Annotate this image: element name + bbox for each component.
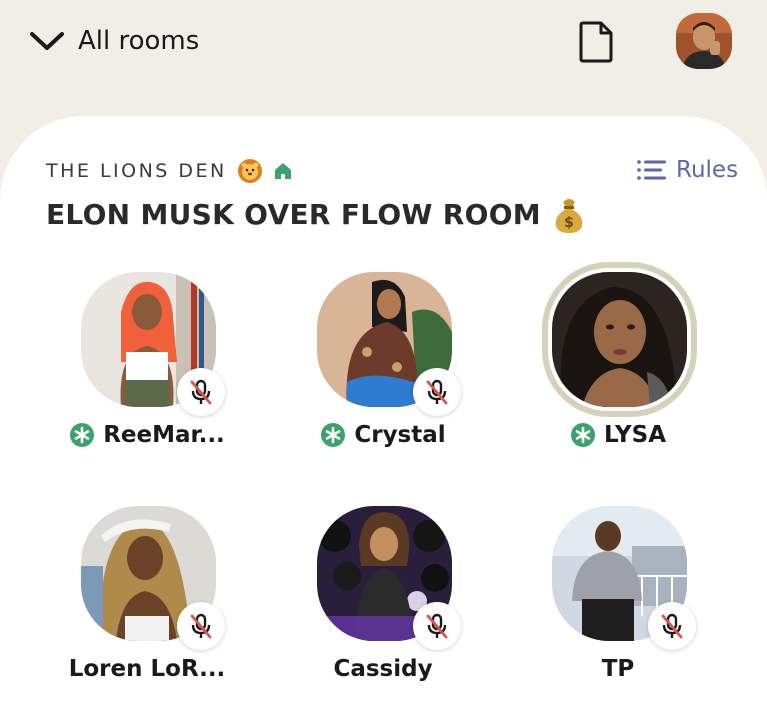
speaker-name: LYSA	[603, 422, 667, 448]
speaker-avatar-wrap	[552, 506, 696, 650]
speaker-name: Cassidy	[333, 656, 433, 682]
speaker-name: TP	[601, 656, 635, 682]
mic-off-icon	[426, 379, 448, 405]
club-name: THE LIONS DEN	[46, 160, 227, 182]
profile-photo	[676, 13, 732, 69]
room-card: THE LIONS DEN Rules ELON MUSK OVER FLOW …	[0, 116, 767, 711]
top-bar: All rooms	[0, 0, 767, 110]
speaker-avatar-wrap	[542, 262, 697, 417]
mic-off-icon	[661, 613, 683, 639]
speaker-avatar	[552, 272, 687, 407]
speaker-avatar-wrap	[81, 272, 225, 416]
mic-off-icon	[426, 613, 448, 639]
document-button[interactable]	[578, 20, 614, 64]
lion-emoji-icon	[237, 159, 262, 183]
speaker-name-row: ReeMar...	[47, 422, 247, 448]
muted-badge	[413, 368, 461, 416]
speaker-name: Crystal	[354, 422, 446, 448]
speaker-name-row: LYSA	[518, 422, 718, 448]
mic-off-icon	[190, 613, 212, 639]
moderator-badge-icon	[321, 423, 346, 447]
speaker-name-row: Crystal	[283, 422, 483, 448]
speaker-tile[interactable]: LYSA	[518, 262, 698, 472]
svg-text:$: $	[564, 215, 574, 231]
list-icon	[637, 160, 666, 180]
mic-off-icon	[190, 379, 212, 405]
speaker-tile[interactable]: Cassidy	[283, 506, 463, 706]
speaker-name: ReeMar...	[103, 422, 225, 448]
speaker-tile[interactable]: ReeMar...	[47, 272, 227, 472]
document-icon	[579, 21, 613, 63]
speaker-name: Loren LoR...	[68, 656, 226, 682]
speaker-avatar-wrap	[81, 506, 225, 650]
room-title-text: ELON MUSK OVER FLOW ROOM	[46, 197, 541, 231]
muted-badge	[648, 602, 696, 650]
speaker-name-row: Cassidy	[283, 656, 483, 682]
rules-label: Rules	[676, 157, 739, 183]
room-title: ELON MUSK OVER FLOW ROOM $	[46, 194, 587, 234]
all-rooms-label: All rooms	[78, 26, 200, 56]
club-link[interactable]: THE LIONS DEN	[46, 156, 293, 186]
profile-avatar[interactable]	[676, 13, 732, 69]
speaker-name-row: Loren LoR...	[47, 656, 247, 682]
house-icon	[274, 163, 291, 179]
speaker-name-row: TP	[518, 656, 718, 682]
muted-badge	[177, 602, 225, 650]
moderator-badge-icon	[570, 423, 595, 447]
speaker-avatar-wrap	[317, 506, 461, 650]
speaker-avatar-wrap	[317, 272, 461, 416]
moderator-badge-icon	[70, 423, 95, 447]
rules-button[interactable]: Rules	[636, 154, 738, 186]
all-rooms-button[interactable]: All rooms	[28, 20, 199, 62]
muted-badge	[177, 368, 225, 416]
speaker-tile[interactable]: TP	[518, 506, 698, 706]
muted-badge	[413, 602, 461, 650]
money-bag-emoji-icon: $	[555, 199, 583, 233]
chevron-down-icon	[30, 32, 64, 50]
speaker-tile[interactable]: Loren LoR...	[47, 506, 227, 706]
speaker-tile[interactable]: Crystal	[283, 272, 463, 472]
